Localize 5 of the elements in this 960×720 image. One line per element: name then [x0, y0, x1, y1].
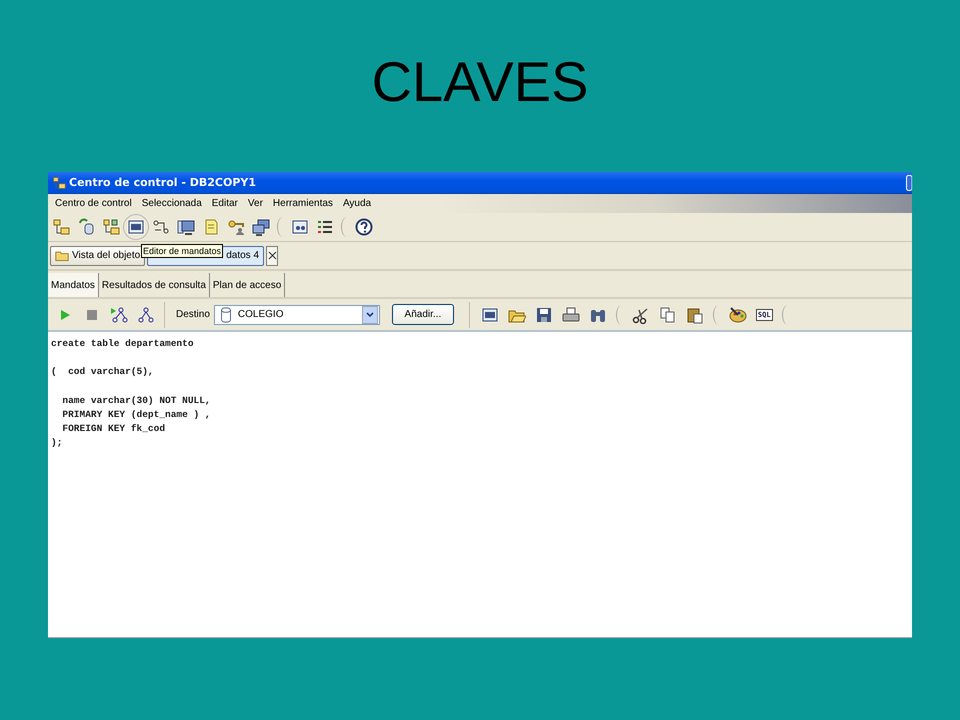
window-title: Centro de control - DB2COPY1 — [69, 176, 256, 189]
sql-code: create table departamento ( cod varchar(5), name varchar(30) NOT NULL, PRIMARY KEY (dept_name ) , FOREIGN KEY fk_cod ); — [50, 337, 212, 450]
slide-title: CLAVES — [372, 48, 588, 114]
tooltip: Editor de mandatos — [141, 244, 224, 258]
target-label: Destino — [176, 309, 210, 320]
